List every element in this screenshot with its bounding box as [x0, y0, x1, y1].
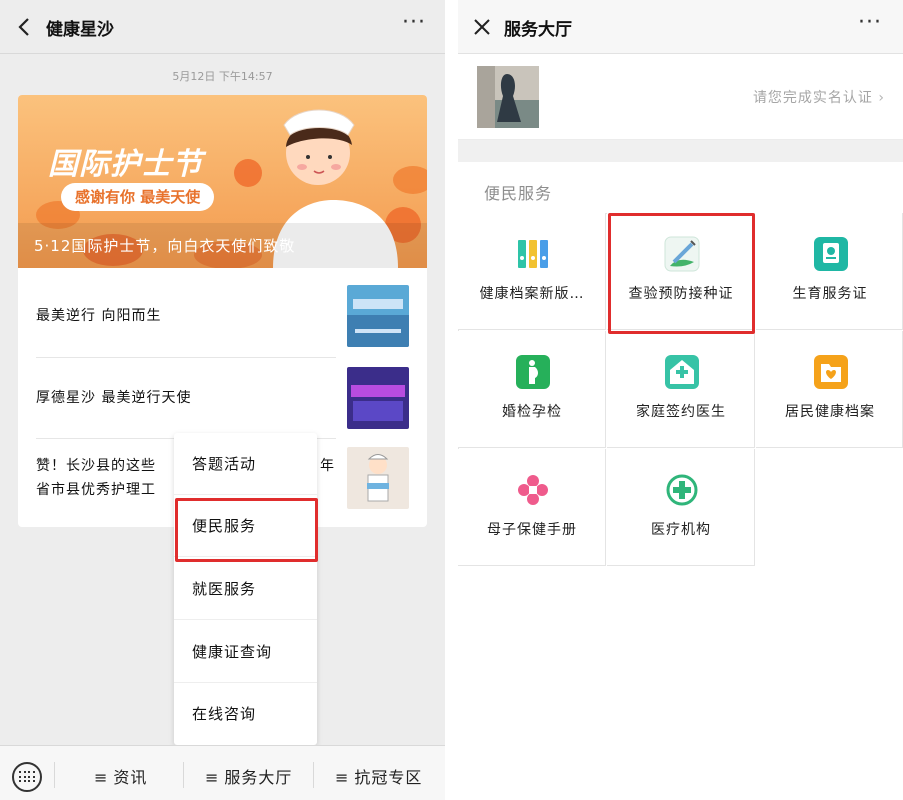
medical-cross-icon — [666, 474, 698, 506]
banner-image[interactable]: 国际护士节 感谢有你 最美天使 5·12国际护士节，向白衣天使们致敬 — [18, 95, 427, 268]
tab-news[interactable]: ≡ 资讯 — [94, 764, 147, 788]
certificate-icon — [814, 237, 848, 271]
tab-label: 抗冠专区 — [354, 768, 423, 787]
service-label: 医疗机构 — [651, 522, 711, 538]
avatar — [477, 66, 539, 128]
article-title-line2: 省市县优秀护理工 — [36, 482, 156, 498]
page-title: 服务大厅 — [504, 20, 572, 40]
right-header: 服务大厅 ··· — [458, 0, 903, 54]
more-icon[interactable]: ··· — [858, 12, 882, 36]
folders-icon — [518, 240, 548, 268]
service-label: 健康档案新版… — [479, 286, 585, 302]
service-label: 婚检孕检 — [502, 404, 562, 420]
article-title-tail: 年 — [320, 458, 335, 474]
tab-separator — [313, 762, 314, 788]
banner-subtitle: 感谢有你 最美天使 — [61, 183, 215, 211]
family-doctor-icon — [665, 355, 699, 389]
service-family-doctor[interactable]: 家庭签约医生 — [607, 331, 755, 448]
highlight-box — [608, 213, 755, 334]
popup-menu: 答题活动 便民服务 就医服务 健康证查询 在线咨询 — [174, 433, 317, 745]
tab-separator — [183, 762, 184, 788]
tab-separator — [54, 762, 55, 788]
tab-anti-covid[interactable]: ≡ 抗冠专区 — [335, 764, 422, 788]
service-marriage-pregnancy-check[interactable]: 婚检孕检 — [458, 331, 606, 448]
timestamp: 5月12日 下午14:57 — [172, 70, 273, 83]
service-medical-institutions[interactable]: 医疗机构 — [607, 449, 755, 566]
left-panel: 健康星沙 ··· 5月12日 下午14:57 国际护士节 感谢有你 最美天使 5… — [0, 0, 445, 800]
menu-lines-icon: ≡ — [205, 768, 220, 787]
banner-caption: 5·12国际护士节，向白衣天使们致敬 — [34, 237, 296, 255]
highlight-box — [175, 498, 318, 562]
service-maternal-child-handbook[interactable]: 母子保健手册 — [458, 449, 606, 566]
article-title: 最美逆行 向阳而生 — [36, 308, 162, 324]
tab-service-hall[interactable]: ≡ 服务大厅 — [205, 764, 292, 788]
verify-identity-link[interactable]: 请您完成实名认证 › — [753, 87, 885, 107]
article-thumbnail — [347, 367, 409, 429]
right-panel: 服务大厅 ··· 请您完成实名认证 › 便民服务 健康档案新版… 查验预防接种证… — [458, 0, 903, 800]
article-title: 厚德星沙 最美逆行天使 — [36, 390, 192, 406]
chevron-right-icon: › — [878, 90, 885, 106]
menu-item-quiz[interactable]: 答题活动 — [174, 433, 317, 495]
menu-item-health-certificate[interactable]: 健康证查询 — [174, 621, 317, 683]
divider — [36, 357, 336, 358]
keyboard-icon[interactable] — [12, 762, 42, 792]
service-label: 生育服务证 — [792, 286, 868, 302]
page-title: 健康星沙 — [46, 20, 114, 40]
profile-row[interactable]: 请您完成实名认证 › — [458, 54, 903, 140]
left-header: 健康星沙 ··· — [0, 0, 445, 54]
tab-label: 资讯 — [113, 768, 148, 787]
service-health-record-new[interactable]: 健康档案新版… — [458, 213, 606, 330]
list-item[interactable]: 最美逆行 向阳而生 — [36, 285, 409, 347]
close-icon[interactable] — [472, 17, 492, 37]
service-label: 家庭签约医生 — [636, 404, 726, 420]
section-title: 便民服务 — [484, 184, 553, 203]
article-thumbnail — [347, 447, 409, 509]
section-gap — [458, 140, 903, 162]
health-record-icon — [814, 355, 848, 389]
pregnant-icon — [516, 355, 550, 389]
bottom-tab-bar: ≡ 资讯 ≡ 服务大厅 ≡ 抗冠专区 — [0, 745, 445, 800]
banner-title: 国际护士节 — [48, 147, 203, 182]
menu-lines-icon: ≡ — [94, 768, 109, 787]
service-label: 居民健康档案 — [785, 404, 875, 420]
mother-child-icon — [518, 475, 548, 505]
service-label: 母子保健手册 — [487, 522, 577, 538]
menu-item-online-consult[interactable]: 在线咨询 — [174, 683, 317, 745]
menu-item-medical-services[interactable]: 就医服务 — [174, 558, 317, 620]
article-thumbnail — [347, 285, 409, 347]
service-resident-health-record[interactable]: 居民健康档案 — [756, 331, 903, 448]
article-title-line1: 赞！长沙县的这些 — [36, 458, 156, 474]
back-arrow-icon[interactable] — [14, 16, 36, 38]
verify-text: 请您完成实名认证 — [752, 90, 873, 106]
menu-lines-icon: ≡ — [335, 768, 350, 787]
tab-label: 服务大厅 — [224, 768, 293, 787]
list-item[interactable]: 厚德星沙 最美逆行天使 — [36, 367, 409, 429]
more-icon[interactable]: ··· — [402, 12, 426, 36]
service-birth-certificate[interactable]: 生育服务证 — [756, 213, 903, 330]
